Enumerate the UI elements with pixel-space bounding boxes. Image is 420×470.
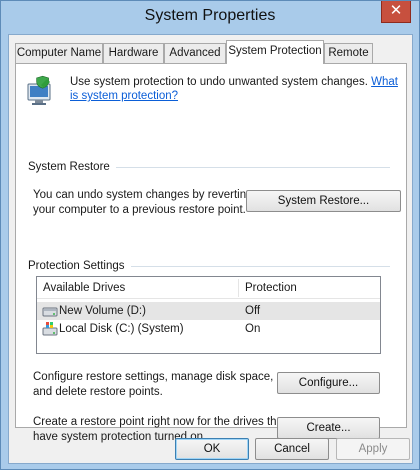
dialog-client-area: Computer Name Hardware Advanced System P… [8,34,413,464]
configure-desc-line2: and delete restore points. [33,386,163,398]
drive-row-new-volume[interactable]: New Volume (D:) Off [37,302,380,320]
create-button[interactable]: Create... [277,417,380,439]
drive-name: New Volume (D:) [59,305,146,317]
window-title: System Properties [144,7,276,24]
system-protection-panel: Use system protection to undo unwanted s… [15,63,407,443]
drive-protection-status: On [245,323,261,335]
tab-remote[interactable]: Remote [324,43,373,63]
system-restore-button[interactable]: System Restore... [246,190,401,212]
available-drives-list[interactable]: Available Drives Protection New Volume (… [36,276,381,354]
close-button[interactable]: ✕ [381,1,411,23]
tab-advanced[interactable]: Advanced [164,43,226,63]
column-header-protection[interactable]: Protection [239,277,379,299]
create-desc-line1: Create a restore point right now for the… [33,416,287,428]
protection-settings-group-title: Protection Settings [28,259,131,273]
ok-button[interactable]: OK [175,438,249,460]
system-drive-icon [42,322,58,336]
configure-description: Configure restore settings, manage disk … [33,370,273,400]
drive-icon [42,307,58,317]
system-properties-window: System Properties ✕ Computer Name Hardwa… [0,0,420,470]
drive-name: Local Disk (C:) (System) [59,323,184,335]
cancel-button[interactable]: Cancel [255,438,329,460]
apply-button[interactable]: Apply [336,438,410,460]
configure-button[interactable]: Configure... [277,372,380,394]
system-restore-group-title: System Restore [28,160,116,174]
column-header-available-drives[interactable]: Available Drives [37,277,237,299]
drive-protection-status: Off [245,305,261,317]
intro-text: Use system protection to undo unwanted s… [70,76,368,88]
title-bar[interactable]: System Properties ✕ [1,1,419,35]
tab-hardware[interactable]: Hardware [103,43,164,63]
system-restore-description: You can undo system changes by reverting… [33,188,253,218]
tab-computer-name[interactable]: Computer Name [15,43,103,63]
system-protection-icon [27,75,51,105]
tab-system-protection[interactable]: System Protection [226,40,324,64]
system-restore-desc-line1: You can undo system changes by reverting [33,189,253,201]
configure-desc-line1: Configure restore settings, manage disk … [33,371,274,383]
drives-list-header: Available Drives Protection [37,277,380,299]
drive-row-local-disk[interactable]: Local Disk (C:) (System) On [37,320,380,338]
system-restore-desc-line2: your computer to a previous restore poin… [33,204,246,216]
intro-description: Use system protection to undo unwanted s… [70,75,400,103]
